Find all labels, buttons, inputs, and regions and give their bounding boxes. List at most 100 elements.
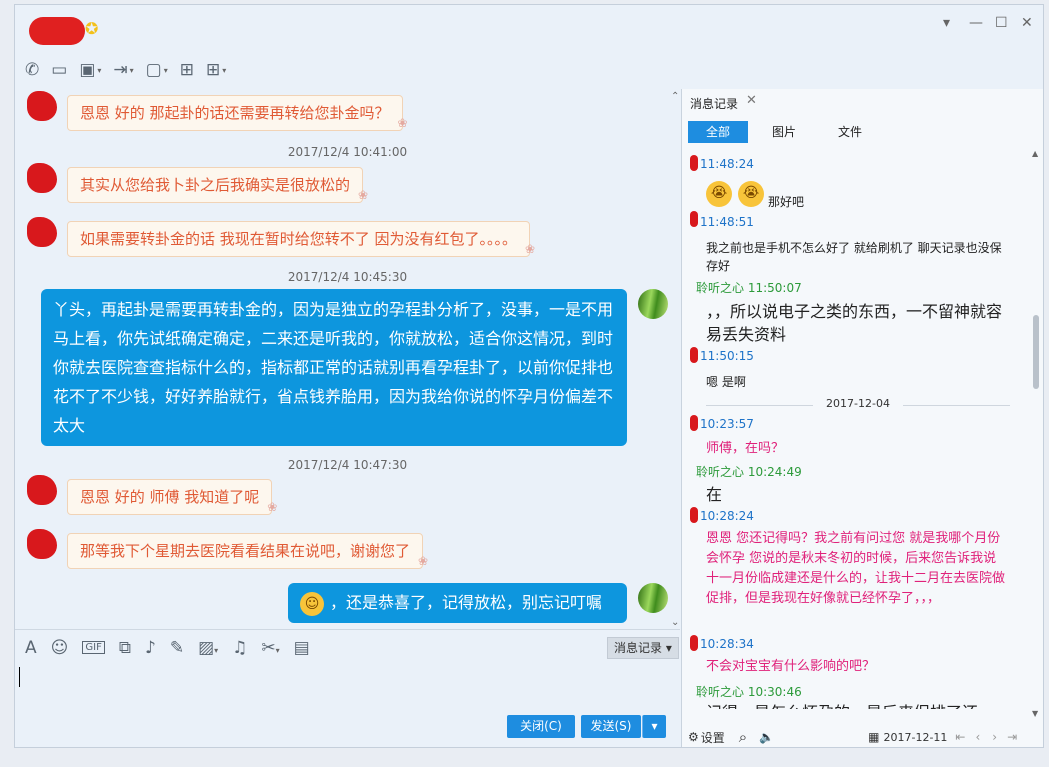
history-date[interactable]: 2017-12-11 <box>883 731 947 744</box>
filter-images[interactable]: 图片 <box>754 121 814 143</box>
close-icon[interactable]: ✕ <box>1021 15 1033 31</box>
message-input[interactable] <box>15 665 680 715</box>
last-page-icon[interactable]: ⇥ <box>1007 730 1017 744</box>
music-icon[interactable]: ♫ <box>232 638 247 658</box>
avatar <box>27 217 57 247</box>
message-bubble: 那等我下个星期去医院看看结果在说吧，谢谢您了 <box>67 533 428 578</box>
prev-page-icon[interactable]: ‹ <box>975 730 980 744</box>
log-time: 10:28:24 <box>700 509 754 523</box>
collapse-icon[interactable]: ⌃ <box>671 91 679 102</box>
timestamp: 2017/12/4 10:47:30 <box>287 458 408 472</box>
maximize-icon[interactable]: ☐ <box>995 15 1008 31</box>
contact-name-redacted <box>29 17 85 45</box>
log-time: 10:28:34 <box>700 637 754 651</box>
message-bubble: 其实从您给我卜卦之后我确实是很放松的 <box>67 167 368 212</box>
log-text: 师傅，在吗？ <box>706 441 785 456</box>
sender-redacted <box>690 415 698 431</box>
chat-toolbar: ✆ ▭ ▣ ▾ ⇥ ▾ ▢ ▾ ⊞ ⊞ ▾ <box>25 57 226 83</box>
sender-redacted <box>690 635 698 651</box>
minimize-icon[interactable]: — <box>969 15 983 31</box>
avatar <box>638 583 668 613</box>
avatar <box>27 91 57 121</box>
video-icon[interactable]: ▭ <box>51 60 67 80</box>
vip-star-icon: ✪ <box>85 19 99 38</box>
input-toolbar: A ☺ GIF ⧉ ♪ ✎ ▨▾ ♫ ✂▾ ▤ <box>15 629 680 665</box>
calendar-icon[interactable]: ▦ <box>868 730 879 744</box>
tab-message-history[interactable]: 消息记录 <box>690 95 738 112</box>
log-time: 10:23:57 <box>700 417 754 431</box>
log-text: 恩恩 您还记得吗？我之前有问过您 就是我哪个月份会怀孕 您说的是秋末冬初的时候，… <box>706 531 1006 606</box>
avatar <box>27 529 57 559</box>
sender-redacted <box>690 347 698 363</box>
next-page-icon[interactable]: › <box>992 730 997 744</box>
history-scrollbar[interactable]: ▲ ▼ <box>1032 149 1040 718</box>
log-time: 11:48:51 <box>700 215 754 229</box>
text-cursor <box>19 667 20 687</box>
crying-emoji-icon: 😭 😭 <box>706 181 770 207</box>
history-panel: 消息记录 ✕ 全部 图片 文件 11:48:24 😭 😭 那好吧 11:48:51… <box>682 89 1043 747</box>
emoji-icon[interactable]: ☺ <box>51 638 69 658</box>
add-comment-icon[interactable]: ⊞ <box>180 60 194 80</box>
gif-icon[interactable]: GIF <box>82 641 105 654</box>
phone-icon[interactable]: ✆ <box>25 60 39 80</box>
dropdown-icon[interactable]: ▾ <box>943 15 950 31</box>
date-separator: 2017-12-04 <box>706 397 1010 413</box>
avatar <box>638 289 668 319</box>
log-text: 在 <box>706 485 723 504</box>
pen-icon[interactable]: ✎ <box>170 638 184 658</box>
sender-redacted <box>690 507 698 523</box>
title-bar: ✪ ▾ — ☐ ✕ <box>15 5 1043 55</box>
remote-desktop-icon[interactable]: ▢ ▾ <box>146 60 168 80</box>
screen-share-icon[interactable]: ▣ ▾ <box>79 60 101 80</box>
first-page-icon[interactable]: ⇤ <box>955 730 965 744</box>
history-filters: 全部 图片 文件 <box>688 121 886 143</box>
message-bubble: ☺ ，还是恭喜了，记得放松，别忘记叮嘱 <box>288 583 627 623</box>
log-sender: 聆听之心 10:24:49 <box>696 465 802 479</box>
font-icon[interactable]: A <box>25 638 37 658</box>
grin-emoji-icon: ☺ <box>300 591 324 616</box>
settings-icon[interactable]: ⚙ <box>688 730 699 744</box>
message-bubble: 恩恩 好的 师傅 我知道了呢 <box>67 479 278 524</box>
message-bubble: 恩恩 好的 那起卦的话还需要再转给您卦金吗？ <box>67 95 407 140</box>
chat-messages: ⌃ 恩恩 好的 那起卦的话还需要再转给您卦金吗？ 2017/12/4 10:41… <box>15 89 680 629</box>
log-text: 记得，是怎么怀孕的，是后来促排了还 <box>706 701 1010 709</box>
close-tab-icon[interactable]: ✕ <box>746 93 757 108</box>
history-footer: ⚙ 设置 ⌕ 🔈 ▦ 2017-12-11 ⇤ ‹ › ⇥ <box>682 725 1043 747</box>
log-time: 11:50:15 <box>700 349 754 363</box>
shake-icon[interactable]: ⧉ <box>119 638 131 658</box>
message-bubble: 丫头，再起卦是需要再转卦金的，因为是独立的孕程卦分析了，没事，一是不用马上看，你… <box>41 289 627 446</box>
filter-all[interactable]: 全部 <box>688 121 748 143</box>
avatar <box>27 475 57 505</box>
message-bubble: 如果需要转卦金的话 我现在暂时给您转不了 因为没有红包了。。。。 <box>67 221 535 266</box>
message-history-button[interactable]: 消息记录 ▾ <box>607 637 679 659</box>
close-button[interactable]: 关闭(C) <box>507 715 575 738</box>
speaker-icon[interactable]: 🔈 <box>759 730 774 744</box>
search-icon[interactable]: ⌕ <box>739 728 747 746</box>
expand-icon[interactable]: ⌄ <box>671 617 679 628</box>
filter-files[interactable]: 文件 <box>820 121 880 143</box>
log-text: 那好吧 <box>768 195 805 209</box>
message-text: ，还是恭喜了，记得放松，别忘记叮嘱 <box>330 593 603 612</box>
send-options-button[interactable]: ▾ <box>642 715 666 738</box>
log-time: 11:48:24 <box>700 157 754 171</box>
apps-icon[interactable]: ⊞ ▾ <box>206 60 226 80</box>
scissors-icon[interactable]: ✂▾ <box>261 638 279 658</box>
file-transfer-icon[interactable]: ⇥ ▾ <box>113 60 133 80</box>
chat-window: ✪ ▾ — ☐ ✕ ✆ ▭ ▣ ▾ ⇥ ▾ ▢ ▾ ⊞ ⊞ ▾ ⌃ 恩恩 好的 那起卦的… <box>14 4 1044 748</box>
log-text: ，，所以说电子之类的东西，一不留神就容易丢失资料 <box>706 302 1003 344</box>
log-sender: 聆听之心 10:30:46 <box>696 685 802 699</box>
send-button[interactable]: 发送(S) <box>581 715 641 738</box>
voice-icon[interactable]: ♪ <box>145 638 156 658</box>
settings-label[interactable]: 设置 <box>701 729 725 746</box>
timestamp: 2017/12/4 10:45:30 <box>287 270 408 284</box>
image-icon[interactable]: ▨▾ <box>198 638 218 658</box>
scroll-thumb[interactable] <box>1033 315 1039 389</box>
avatar <box>27 163 57 193</box>
sender-redacted <box>690 155 698 171</box>
log-text: 我之前也是手机不怎么好了 就给刷机了 聊天记录也没保存好 <box>706 241 1002 273</box>
red-packet-icon[interactable]: ▤ <box>294 638 310 658</box>
sender-redacted <box>690 211 698 227</box>
timestamp: 2017/12/4 10:41:00 <box>287 145 408 159</box>
log-text: 嗯 是啊 <box>706 375 746 389</box>
log-sender: 聆听之心 11:50:07 <box>696 281 802 295</box>
